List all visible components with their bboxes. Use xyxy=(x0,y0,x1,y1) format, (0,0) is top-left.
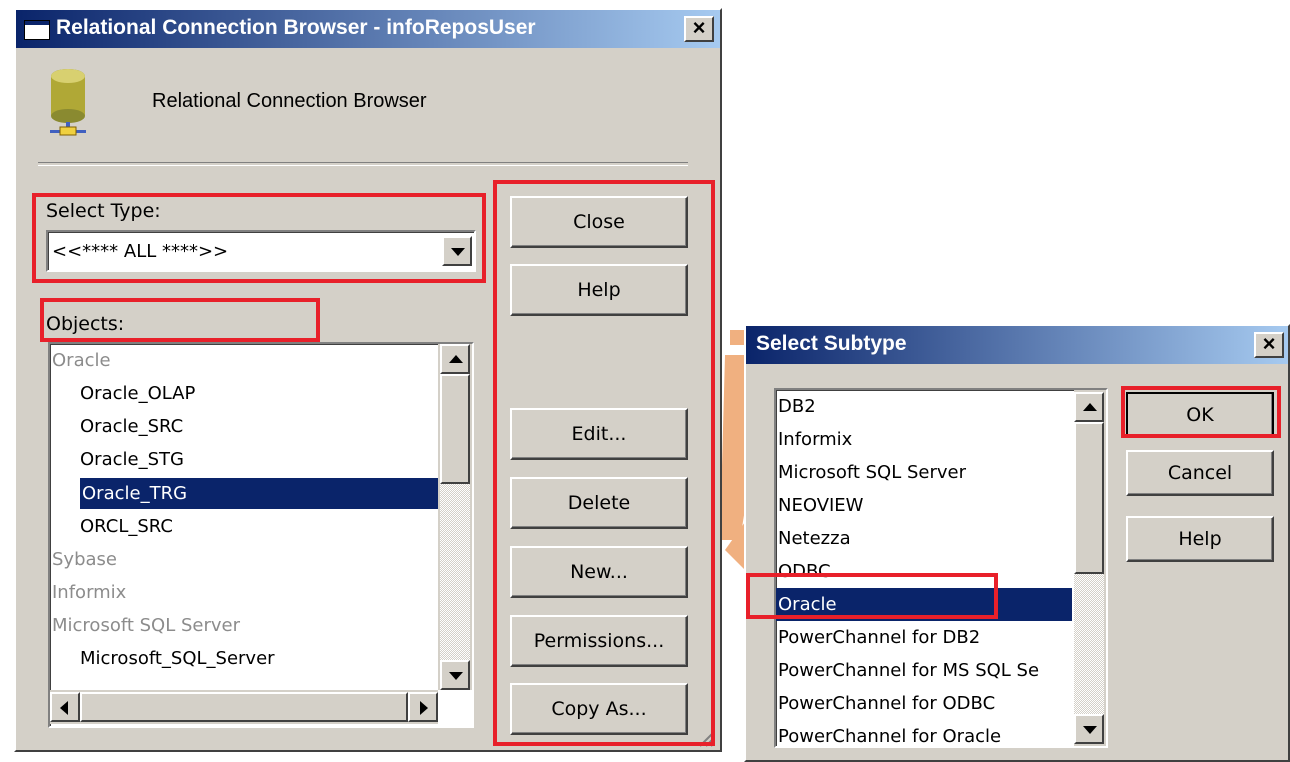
list-item[interactable]: Microsoft SQL Server xyxy=(776,456,1072,489)
annotation-buttons xyxy=(493,180,715,746)
close-icon[interactable]: × xyxy=(684,16,714,42)
scroll-down-icon[interactable] xyxy=(1074,714,1104,744)
list-item[interactable]: PowerChannel for DB2 xyxy=(776,621,1072,654)
help-button[interactable]: Help xyxy=(1126,516,1274,562)
rcb-header-text: Relational Connection Browser xyxy=(152,90,427,112)
list-item[interactable]: Oracle_SRC xyxy=(50,410,438,443)
list-item[interactable]: Oracle_STG xyxy=(50,443,438,476)
horizontal-scrollbar[interactable] xyxy=(50,690,438,724)
list-item[interactable]: Netezza xyxy=(776,522,1072,555)
subtype-list[interactable]: DB2 Informix Microsoft SQL Server NEOVIE… xyxy=(774,388,1108,748)
annotation-select-type xyxy=(32,193,486,283)
subtype-list-viewport: DB2 Informix Microsoft SQL Server NEOVIE… xyxy=(776,390,1072,746)
list-item-selected[interactable]: Oracle_TRG xyxy=(80,478,438,509)
scroll-right-icon[interactable] xyxy=(408,692,438,722)
list-item[interactable]: Microsoft SQL Server xyxy=(50,609,438,642)
scroll-track[interactable] xyxy=(1074,574,1104,714)
scroll-left-icon[interactable] xyxy=(50,692,80,722)
list-item[interactable]: Microsoft_SQL_Server xyxy=(50,642,438,675)
objects-list-viewport: Oracle Oracle_OLAP Oracle_SRC Oracle_STG… xyxy=(50,344,438,690)
subtype-title: Select Subtype xyxy=(756,332,907,355)
scroll-thumb[interactable] xyxy=(440,374,470,484)
annotation-ok xyxy=(1121,386,1281,438)
close-icon[interactable]: × xyxy=(1254,332,1284,358)
header-divider xyxy=(38,162,688,166)
list-item[interactable]: Oracle_OLAP xyxy=(50,377,438,410)
subtype-title-bar: Select Subtype × xyxy=(746,326,1288,364)
list-item[interactable]: PowerChannel for ODBC xyxy=(776,687,1072,720)
objects-list[interactable]: Oracle Oracle_OLAP Oracle_SRC Oracle_STG… xyxy=(48,342,474,728)
list-item[interactable]: DB2 xyxy=(776,390,1072,423)
annotation-oracle xyxy=(746,573,998,619)
list-item[interactable]: Informix xyxy=(50,576,438,609)
rcb-title: Relational Connection Browser - infoRepo… xyxy=(56,16,536,39)
database-icon xyxy=(50,69,86,136)
list-item[interactable]: Oracle xyxy=(50,344,438,377)
vertical-scrollbar[interactable] xyxy=(1074,390,1106,746)
hscroll-thumb[interactable] xyxy=(80,692,408,722)
list-item[interactable]: NEOVIEW xyxy=(776,489,1072,522)
list-item[interactable]: PowerChannel for MS SQL Se xyxy=(776,654,1072,687)
scroll-up-icon[interactable] xyxy=(1074,392,1104,422)
list-item[interactable]: Sybase xyxy=(50,543,438,576)
vertical-scrollbar[interactable] xyxy=(438,344,472,690)
rcb-title-bar: Relational Connection Browser - infoRepo… xyxy=(16,10,720,48)
cancel-button[interactable]: Cancel xyxy=(1126,450,1274,496)
list-item[interactable]: Informix xyxy=(776,423,1072,456)
list-item[interactable]: ORCL_SRC xyxy=(50,510,438,543)
scroll-thumb[interactable] xyxy=(1074,422,1104,574)
scroll-down-icon[interactable] xyxy=(440,660,470,690)
scroll-track[interactable] xyxy=(440,484,470,660)
scroll-up-icon[interactable] xyxy=(440,344,470,374)
list-item[interactable]: PowerChannel for Oracle xyxy=(776,720,1072,746)
annotation-objects xyxy=(40,298,320,342)
window-icon xyxy=(24,20,50,40)
